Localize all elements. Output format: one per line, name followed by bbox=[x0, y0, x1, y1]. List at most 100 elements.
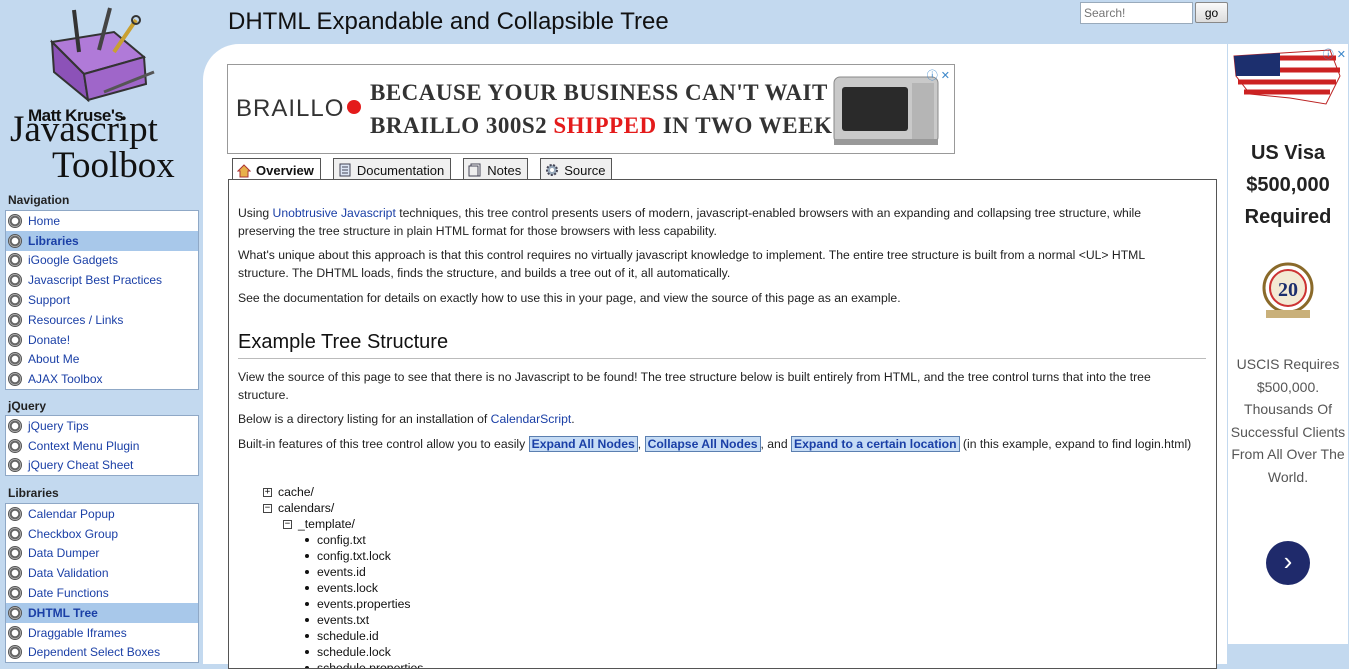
expand-to-location-button[interactable]: Expand to a certain location bbox=[791, 436, 960, 452]
tree-file[interactable]: schedule.id bbox=[305, 628, 379, 644]
nav-item-libraries[interactable]: Libraries bbox=[6, 230, 198, 251]
calendarscript-link[interactable]: CalendarScript bbox=[491, 412, 572, 426]
document-icon bbox=[339, 163, 351, 177]
docs-paragraph: See the documentation for details on exa… bbox=[238, 291, 901, 305]
ad-line-2: $500,000 bbox=[1246, 174, 1330, 196]
nav-item-calendar-popup[interactable]: Calendar Popup bbox=[6, 504, 198, 524]
tree-node-calendars[interactable]: − calendars/ bbox=[263, 500, 334, 516]
nav-item-draggable-iframes[interactable]: Draggable Iframes bbox=[6, 623, 198, 643]
tree-node-cache[interactable]: + cache/ bbox=[263, 484, 314, 500]
bullet-icon bbox=[8, 332, 22, 347]
go-button[interactable]: go bbox=[1195, 2, 1228, 23]
toolbox-icon bbox=[49, 7, 155, 102]
nav-list-navigation: Home Libraries iGoogle Gadgets Javascrip… bbox=[5, 210, 199, 391]
bullet-icon bbox=[8, 253, 22, 268]
bullet-icon bbox=[8, 372, 22, 387]
expand-icon[interactable]: + bbox=[263, 487, 272, 497]
section-heading: Example Tree Structure bbox=[238, 331, 449, 353]
nav-item-about-me[interactable]: About Me bbox=[6, 350, 198, 370]
ad-line-1: US Visa bbox=[1250, 142, 1326, 164]
bullet-icon bbox=[8, 312, 22, 327]
collapse-all-button[interactable]: Collapse All Nodes bbox=[644, 436, 761, 452]
left-sidebar: Matt Kruse's Javascript Toolbox Navigati… bbox=[0, 0, 203, 664]
tree-file[interactable]: schedule.lock bbox=[305, 644, 391, 660]
nav-item-resources-links[interactable]: Resources / Links bbox=[6, 310, 198, 330]
bullet-icon bbox=[8, 506, 22, 521]
bullet-icon bbox=[305, 650, 309, 654]
ad-info-icon[interactable]: ⓘ ✕ bbox=[1323, 46, 1346, 62]
nav-item-checkbox-group[interactable]: Checkbox Group bbox=[6, 524, 198, 544]
tree-node-template[interactable]: − _template/ bbox=[283, 516, 355, 532]
nav-item-donate[interactable]: Donate! bbox=[6, 330, 198, 350]
nav-heading-jquery: jQuery bbox=[8, 399, 47, 413]
nav-item-dhtml-tree[interactable]: DHTML Tree bbox=[6, 602, 198, 623]
ad-banner[interactable]: BRAILLO BECAUSE YOUR BUSINESS CAN'T WAIT… bbox=[227, 64, 955, 154]
ad-headline-1: BECAUSE YOUR BUSINESS CAN'T WAIT bbox=[370, 80, 828, 105]
view-source-paragraph: View the source of this page to see that… bbox=[238, 370, 1151, 402]
nav-item-dependent-select-boxes[interactable]: Dependent Select Boxes bbox=[6, 643, 198, 663]
bullet-icon bbox=[8, 273, 22, 288]
tab-documentation[interactable]: Documentation bbox=[332, 158, 452, 179]
ad-body-text: USCIS Requires $500,000. Thousands Of Su… bbox=[1230, 356, 1346, 485]
nav-item-igoogle-gadgets[interactable]: iGoogle Gadgets bbox=[6, 251, 198, 271]
nav-item-jquery-cheat-sheet[interactable]: jQuery Cheat Sheet bbox=[6, 456, 198, 476]
tree-file[interactable]: events.lock bbox=[305, 580, 378, 596]
unobtrusive-javascript-link[interactable]: Unobtrusive Javascript bbox=[273, 206, 396, 220]
bullet-icon bbox=[305, 618, 309, 622]
nav-item-home[interactable]: Home bbox=[6, 211, 198, 231]
side-ad[interactable]: ⓘ ✕ US Visa $500,000 Required 20 USCIS R… bbox=[1228, 44, 1348, 644]
nav-item-data-validation[interactable]: Data Validation bbox=[6, 563, 198, 583]
tab-overview[interactable]: Overview bbox=[232, 158, 321, 180]
ad-headline-2: BRAILLO 300S2 SHIPPED IN TWO WEEKS bbox=[370, 113, 846, 138]
tree-file[interactable]: events.id bbox=[305, 564, 366, 580]
nav-item-context-menu-plugin[interactable]: Context Menu Plugin bbox=[6, 436, 198, 456]
bullet-icon bbox=[8, 625, 22, 640]
anniversary-badge-icon: 20 bbox=[1262, 262, 1314, 318]
content-panel: Using Unobtrusive Javascript techniques,… bbox=[228, 179, 1217, 669]
collapse-icon[interactable]: − bbox=[263, 503, 272, 513]
tree-file[interactable]: config.txt bbox=[305, 532, 366, 548]
bullet-icon bbox=[8, 546, 22, 561]
bullet-icon bbox=[305, 538, 309, 542]
intro-paragraph: Using Unobtrusive Javascript techniques,… bbox=[238, 206, 1142, 238]
directory-paragraph: Below is a directory listing for an inst… bbox=[238, 412, 575, 426]
tab-notes[interactable]: Notes bbox=[463, 158, 529, 179]
tree-file[interactable]: events.properties bbox=[305, 596, 411, 612]
ad-info-icon[interactable]: ⓘ ✕ bbox=[927, 67, 950, 83]
ad-brand: BRAILLO bbox=[236, 95, 369, 123]
logo-line-3: Toolbox bbox=[52, 145, 175, 186]
chevron-right-icon[interactable]: › bbox=[1266, 541, 1310, 585]
bullet-icon bbox=[305, 570, 309, 574]
bullet-icon bbox=[305, 602, 309, 606]
site-logo[interactable]: Matt Kruse's Javascript Toolbox bbox=[4, 2, 200, 186]
bullet-icon bbox=[8, 213, 22, 228]
tree-file[interactable]: events.txt bbox=[305, 612, 369, 628]
tab-bar: Overview Documentation Notes Source bbox=[232, 158, 613, 180]
gear-icon bbox=[546, 164, 559, 176]
search-input[interactable] bbox=[1080, 2, 1193, 24]
features-paragraph: Built-in features of this tree control a… bbox=[238, 436, 1192, 452]
tree-file[interactable]: schedule.properties bbox=[305, 660, 423, 668]
bullet-icon bbox=[8, 586, 22, 601]
bullet-icon bbox=[8, 418, 22, 433]
nav-heading-libraries: Libraries bbox=[8, 486, 59, 500]
nav-item-jquery-tips[interactable]: jQuery Tips bbox=[6, 416, 198, 436]
bullet-icon bbox=[8, 352, 22, 367]
nav-item-ajax-toolbox[interactable]: AJAX Toolbox bbox=[6, 369, 198, 389]
tab-source[interactable]: Source bbox=[540, 158, 613, 179]
expand-all-button[interactable]: Expand All Nodes bbox=[528, 436, 638, 452]
nav-item-javascript-best-practices[interactable]: Javascript Best Practices bbox=[6, 270, 198, 290]
nav-item-support[interactable]: Support bbox=[6, 290, 198, 310]
page-title: DHTML Expandable and Collapsible Tree bbox=[228, 8, 669, 35]
bullet-icon bbox=[8, 233, 22, 248]
nav-list-jquery: jQuery Tips Context Menu Plugin jQuery C… bbox=[5, 415, 199, 477]
nav-item-data-dumper[interactable]: Data Dumper bbox=[6, 544, 198, 564]
bullet-icon bbox=[305, 554, 309, 558]
home-icon bbox=[237, 163, 251, 177]
logo-line-2: Javascript bbox=[10, 109, 158, 150]
bullet-icon bbox=[8, 605, 22, 620]
bullet-icon bbox=[8, 566, 22, 581]
collapse-icon[interactable]: − bbox=[283, 519, 292, 529]
nav-item-date-functions[interactable]: Date Functions bbox=[6, 583, 198, 603]
tree-file[interactable]: config.txt.lock bbox=[305, 548, 391, 564]
